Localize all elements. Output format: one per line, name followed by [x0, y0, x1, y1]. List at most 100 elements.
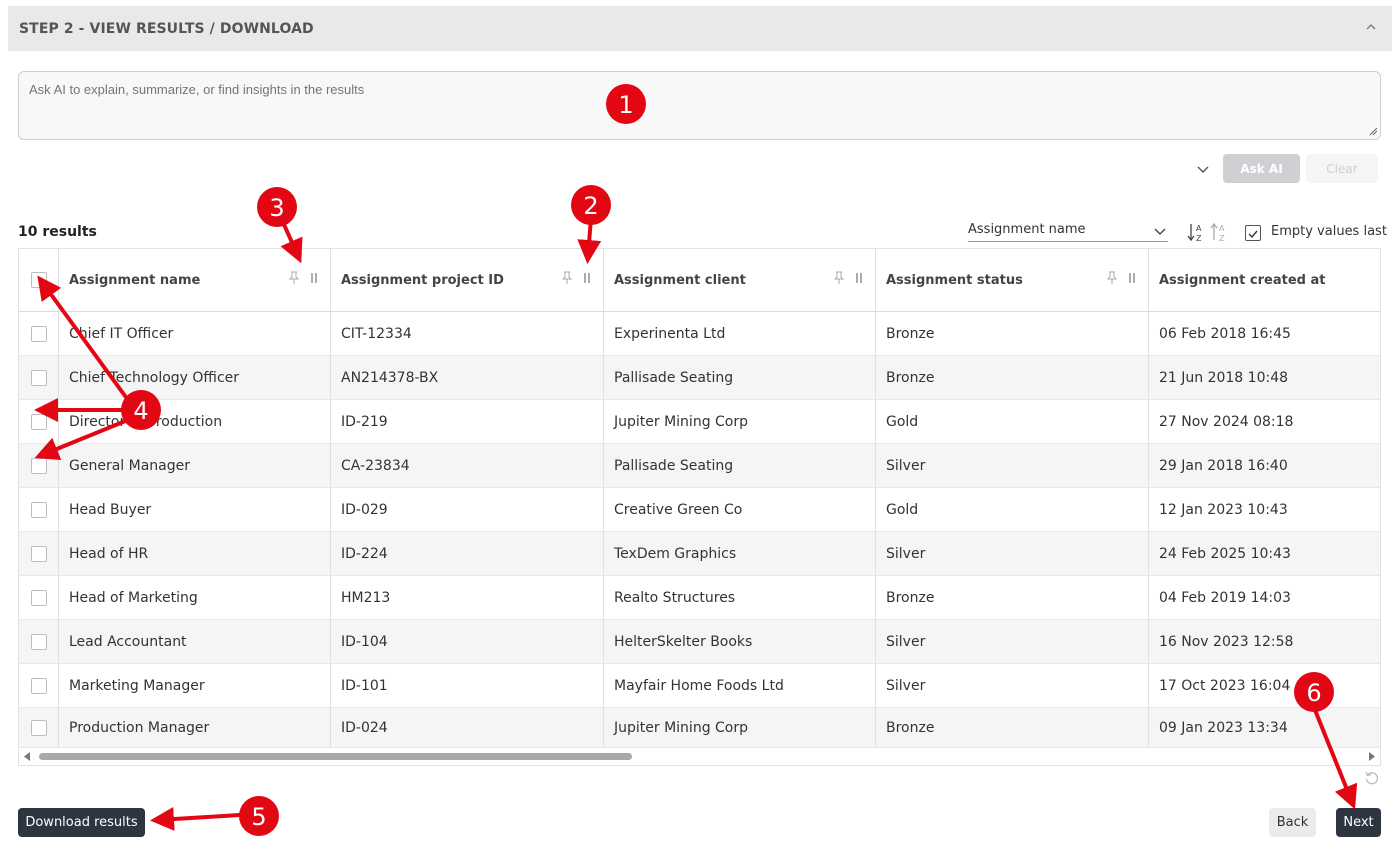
- pin-icon[interactable]: [1106, 271, 1118, 285]
- cell-status: Bronze: [876, 312, 1149, 355]
- ai-prompt-input[interactable]: [18, 71, 1381, 140]
- check-icon: [1248, 230, 1258, 239]
- cell-client: Experinenta Ltd: [604, 312, 876, 355]
- annotation-number: 2: [583, 192, 598, 220]
- column-header-label: Assignment created at: [1159, 272, 1326, 288]
- table-row[interactable]: Director of Production ID-219 Jupiter Mi…: [19, 400, 1380, 444]
- row-select-cell: [19, 664, 59, 707]
- scroll-right-icon[interactable]: [1368, 752, 1376, 761]
- pin-icon[interactable]: [833, 271, 845, 285]
- chevron-down-icon[interactable]: [1195, 162, 1211, 176]
- column-resize-icon[interactable]: [581, 271, 593, 285]
- column-header-assignment-status[interactable]: Assignment status: [876, 249, 1149, 311]
- table-row[interactable]: Head of HR ID-224 TexDem Graphics Silver…: [19, 532, 1380, 576]
- pin-icon[interactable]: [561, 271, 573, 285]
- reset-icon[interactable]: [1364, 770, 1380, 786]
- clear-button[interactable]: Clear: [1306, 154, 1378, 183]
- svg-text:Z: Z: [1219, 234, 1225, 243]
- step-header[interactable]: STEP 2 - VIEW RESULTS / DOWNLOAD: [8, 6, 1392, 51]
- row-select-cell: [19, 532, 59, 575]
- cell-client: Jupiter Mining Corp: [604, 400, 876, 443]
- cell-client: Pallisade Seating: [604, 356, 876, 399]
- cell-assignment-name: Lead Accountant: [59, 620, 331, 663]
- annotation-badge-5: 5: [239, 796, 279, 836]
- cell-client: Jupiter Mining Corp: [604, 708, 876, 747]
- download-results-button[interactable]: Download results: [18, 808, 145, 837]
- cell-status: Silver: [876, 532, 1149, 575]
- empty-values-last-checkbox[interactable]: [1245, 225, 1261, 241]
- pin-icon[interactable]: [288, 271, 300, 285]
- select-all-checkbox[interactable]: [30, 272, 47, 288]
- cell-client: Mayfair Home Foods Ltd: [604, 664, 876, 707]
- cell-assignment-name: Head of Marketing: [59, 576, 331, 619]
- table-row[interactable]: Production Manager ID-024 Jupiter Mining…: [19, 708, 1380, 748]
- row-select-cell: [19, 620, 59, 663]
- horizontal-scrollbar[interactable]: [19, 748, 1380, 765]
- sort-field-select[interactable]: Assignment name: [968, 222, 1168, 242]
- cell-status: Silver: [876, 664, 1149, 707]
- cell-client: Pallisade Seating: [604, 444, 876, 487]
- table-row[interactable]: Head of Marketing HM213 Realto Structure…: [19, 576, 1380, 620]
- table-row[interactable]: General Manager CA-23834 Pallisade Seati…: [19, 444, 1380, 488]
- ask-ai-button[interactable]: Ask AI: [1223, 154, 1300, 183]
- row-checkbox[interactable]: [30, 413, 47, 430]
- table-row[interactable]: Marketing Manager ID-101 Mayfair Home Fo…: [19, 664, 1380, 708]
- table-row[interactable]: Lead Accountant ID-104 HelterSkelter Boo…: [19, 620, 1380, 664]
- table-row[interactable]: Head Buyer ID-029 Creative Green Co Gold…: [19, 488, 1380, 532]
- sort-direction-icon[interactable]: A Z A Z: [1186, 221, 1230, 243]
- back-button[interactable]: Back: [1269, 808, 1316, 837]
- row-select-cell: [19, 400, 59, 443]
- row-checkbox[interactable]: [30, 325, 47, 342]
- column-header-label: Assignment project ID: [341, 272, 504, 288]
- results-count: 10 results: [18, 224, 97, 240]
- cell-status: Gold: [876, 488, 1149, 531]
- row-select-cell: [19, 576, 59, 619]
- grid-header-row: Assignment name Assignment project ID As…: [19, 249, 1380, 312]
- column-header-assignment-client[interactable]: Assignment client: [604, 249, 876, 311]
- row-checkbox[interactable]: [30, 589, 47, 606]
- cell-created-at: 24 Feb 2025 10:43: [1159, 545, 1291, 562]
- column-header-assignment-created-at[interactable]: Assignment created at: [1149, 249, 1380, 311]
- row-checkbox[interactable]: [30, 501, 47, 518]
- column-header-assignment-name[interactable]: Assignment name: [59, 249, 331, 311]
- cell-assignment-name: General Manager: [59, 444, 331, 487]
- cell-assignment-name: Chief IT Officer: [59, 312, 331, 355]
- scrollbar-thumb[interactable]: [39, 753, 632, 760]
- column-header-label: Assignment name: [69, 272, 201, 288]
- svg-text:A: A: [1196, 224, 1202, 233]
- next-button[interactable]: Next: [1336, 808, 1381, 837]
- cell-project-id: CA-23834: [331, 444, 604, 487]
- cell-created-at: 06 Feb 2018 16:45: [1159, 325, 1291, 342]
- resize-grip-icon[interactable]: [1368, 126, 1378, 136]
- cell-project-id: CIT-12334: [331, 312, 604, 355]
- row-select-cell: [19, 488, 59, 531]
- cell-status: Bronze: [876, 576, 1149, 619]
- cell-assignment-name: Chief Technology Officer: [59, 356, 331, 399]
- cell-assignment-name: Director of Production: [59, 400, 331, 443]
- cell-created-at: 27 Nov 2024 08:18: [1159, 413, 1294, 430]
- row-checkbox[interactable]: [30, 545, 47, 562]
- table-row[interactable]: Chief IT Officer CIT-12334 Experinenta L…: [19, 312, 1380, 356]
- row-checkbox[interactable]: [30, 719, 47, 736]
- table-row[interactable]: Chief Technology Officer AN214378-BX Pal…: [19, 356, 1380, 400]
- scroll-left-icon[interactable]: [23, 752, 31, 761]
- annotation-badge-3: 3: [257, 187, 297, 227]
- column-resize-icon[interactable]: [308, 271, 320, 285]
- cell-client: HelterSkelter Books: [604, 620, 876, 663]
- column-header-assignment-project-id[interactable]: Assignment project ID: [331, 249, 604, 311]
- cell-project-id: HM213: [331, 576, 604, 619]
- chevron-up-icon[interactable]: [1364, 20, 1378, 34]
- row-checkbox[interactable]: [30, 677, 47, 694]
- row-checkbox[interactable]: [30, 457, 47, 474]
- cell-project-id: ID-219: [331, 400, 604, 443]
- cell-project-id: ID-101: [331, 664, 604, 707]
- column-resize-icon[interactable]: [1126, 271, 1138, 285]
- column-resize-icon[interactable]: [853, 271, 865, 285]
- row-select-cell: [19, 708, 59, 747]
- row-checkbox[interactable]: [30, 369, 47, 386]
- step-title: STEP 2 - VIEW RESULTS / DOWNLOAD: [19, 20, 314, 37]
- svg-text:A: A: [1219, 224, 1225, 233]
- row-checkbox[interactable]: [30, 633, 47, 650]
- cell-created-at: 12 Jan 2023 10:43: [1159, 501, 1288, 518]
- cell-project-id: ID-029: [331, 488, 604, 531]
